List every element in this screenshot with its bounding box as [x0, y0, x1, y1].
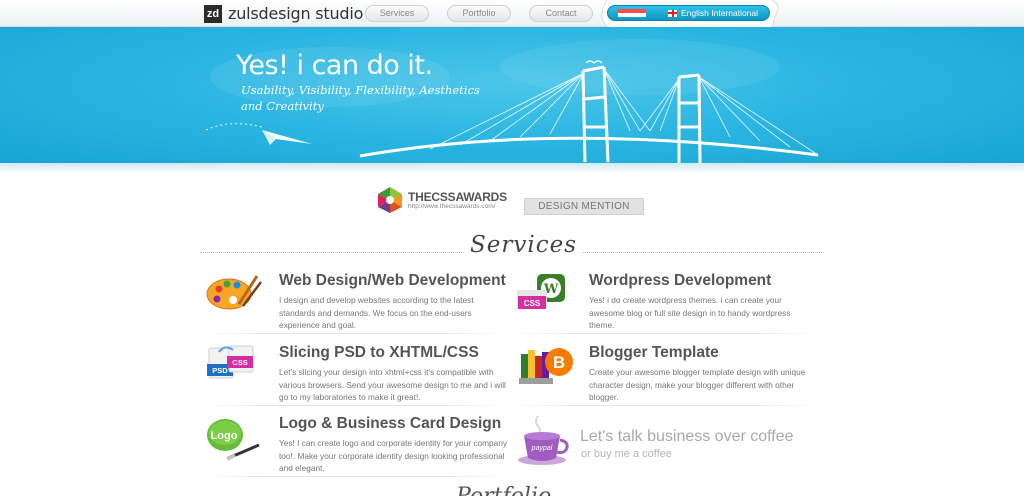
svg-text:B: B — [553, 353, 565, 372]
language-switcher[interactable]: English International — [607, 5, 770, 21]
css-awards-badge[interactable]: THECSSAWARDS http://www.thecssawards.com… — [376, 186, 507, 214]
logo-mark: zd — [204, 4, 222, 23]
logo-text: zulsdesign studio — [228, 4, 364, 23]
design-mention-badge: DESIGN MENTION — [524, 198, 644, 215]
coffee-title[interactable]: Let's talk business over coffee — [580, 428, 794, 446]
hero-shadow — [0, 163, 1024, 173]
service-description: Yes! I can create logo and corporate ide… — [279, 438, 507, 473]
service-title: Web Design/Web Development — [279, 272, 506, 289]
cup-label: paypal — [531, 445, 553, 452]
award-url: http://www.thecssawards.com/ — [408, 202, 496, 210]
service-title: Blogger Template — [589, 344, 719, 361]
nav-services[interactable]: Services — [365, 5, 429, 22]
css-awards-logo-icon — [378, 187, 402, 213]
wordpress-css-icon: W CSS — [517, 274, 565, 309]
section-title-portfolio: Portfolio — [456, 484, 551, 496]
indonesia-flag-icon[interactable] — [618, 9, 646, 17]
blogger-crayons-icon: B — [519, 348, 573, 384]
hero-tagline: Usability, Visibility, Flexibility, Aest… — [241, 83, 480, 113]
bridge-illustration — [205, 39, 819, 164]
main-nav: Services Portfolio Contact — [365, 5, 593, 22]
service-separator — [515, 405, 815, 406]
service-title: Logo & Business Card Design — [279, 415, 502, 432]
svg-text:CSS: CSS — [524, 299, 541, 308]
svg-text:PSD: PSD — [212, 366, 228, 375]
service-description: I design and develop websites according … — [279, 295, 474, 330]
service-separator — [205, 476, 505, 477]
service-separator — [205, 405, 505, 406]
service-separator — [515, 333, 815, 334]
service-description: Create your awesome blogger template des… — [589, 367, 806, 402]
service-title: Slicing PSD to XHTML/CSS — [279, 344, 479, 361]
language-label: English International — [681, 8, 759, 18]
psd-to-css-icon: PSD CSS — [207, 345, 254, 379]
coffee-subtitle[interactable]: or buy me a coffee — [581, 448, 672, 460]
nav-contact[interactable]: Contact — [529, 5, 593, 22]
language-option-english[interactable]: English International — [668, 8, 758, 18]
service-title: Wordpress Development — [589, 272, 772, 289]
site-logo[interactable]: zd zulsdesign studio — [204, 4, 363, 23]
section-title-services: Services — [464, 232, 584, 258]
paper-plane-icon — [262, 130, 312, 145]
service-separator — [205, 333, 505, 334]
award-name: THECSSAWARDS — [408, 189, 507, 204]
nav-portfolio[interactable]: Portfolio — [447, 5, 511, 22]
uk-flag-icon — [668, 9, 677, 17]
hero-banner: Yes! i can do it. Usability, Visibility,… — [0, 27, 1024, 167]
svg-text:CSS: CSS — [232, 358, 247, 367]
logo-brush-icon: Logo — [207, 419, 260, 461]
service-description: Yes! i do create wordpress themes. i can… — [589, 295, 791, 330]
svg-text:Logo: Logo — [211, 430, 238, 442]
coffee-cup-icon[interactable]: paypal — [516, 414, 576, 466]
service-description: Let's slicing your design into xhtml+css… — [279, 367, 506, 402]
palette-icon — [206, 275, 262, 310]
hero-headline: Yes! i can do it. — [236, 50, 433, 81]
